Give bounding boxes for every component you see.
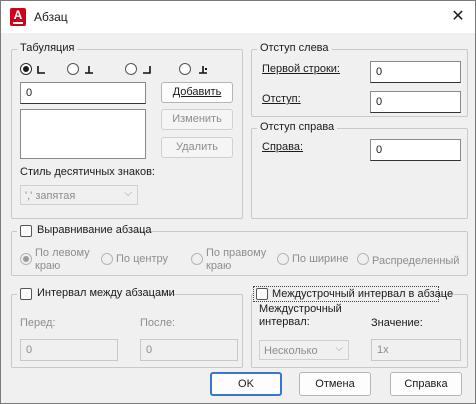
indent-label: Отступ:: [262, 93, 301, 105]
align-right-label: По правому краю: [206, 247, 266, 273]
after-label: После:: [140, 317, 176, 329]
left-indent-title: Отступ слева: [257, 42, 332, 54]
align-justify-label: По ширине: [292, 253, 349, 265]
right-indent-input[interactable]: 0: [370, 139, 461, 161]
delete-tab-label: Удалить: [176, 141, 218, 153]
interval-label: Междустрочный интервал:: [259, 303, 342, 329]
tab-list[interactable]: [20, 109, 146, 159]
add-tab-label: Добавить: [172, 86, 222, 98]
decimal-tab-icon: [199, 66, 207, 74]
first-line-input[interactable]: 0: [370, 61, 461, 83]
line-spacing-value: Несколько: [264, 345, 318, 357]
spacing-header: Интервал между абзацами: [17, 287, 175, 301]
alignment-header: Выравнивание абзаца: [17, 224, 152, 238]
decimal-style-label: Стиль десятичных знаков:: [20, 166, 155, 178]
decimal-style-value: ',' запятая: [25, 190, 76, 202]
title-bar: A Абзац ✕: [1, 1, 475, 33]
align-left-label: По левому краю: [35, 247, 90, 273]
alignment-checkbox[interactable]: [20, 225, 32, 237]
align-left-line2: краю: [35, 260, 61, 272]
first-line-label: Первой строки:: [262, 63, 340, 75]
chevron-down-icon: ⌵: [124, 188, 132, 199]
app-icon-letter: A: [13, 8, 23, 22]
line-spacing-title: Междустрочный интервал в абзаце: [272, 288, 454, 300]
align-distributed-label: Распределенный: [372, 255, 460, 267]
tabs-group-title: Табуляция: [17, 42, 78, 54]
delete-tab-button[interactable]: Удалить: [161, 137, 233, 158]
ok-button[interactable]: OK: [210, 372, 282, 396]
decimal-style-select[interactable]: ',' запятая ⌵: [20, 185, 138, 205]
before-label: Перед:: [20, 317, 56, 329]
line-spacing-select[interactable]: Несколько ⌵: [259, 340, 349, 360]
align-center-radio[interactable]: [101, 253, 113, 265]
window-title: Абзац: [34, 10, 68, 24]
paragraph-dialog: A Абзац ✕ Табуляция 0 Добавить Изменить …: [0, 0, 476, 404]
before-input[interactable]: 0: [20, 339, 118, 361]
align-distributed-radio[interactable]: [357, 253, 369, 265]
align-left-line1: По левому: [35, 247, 90, 259]
alignment-title: Выравнивание абзаца: [37, 224, 152, 236]
chevron-down-icon: ⌵: [335, 343, 343, 354]
align-right-line2: краю: [206, 260, 232, 272]
line-spacing-checkbox[interactable]: [256, 288, 268, 300]
center-tab-icon: [85, 66, 93, 74]
close-icon[interactable]: ✕: [445, 5, 471, 29]
align-right-line1: По правому: [206, 247, 267, 259]
line-spacing-value-input[interactable]: 1x: [371, 339, 461, 361]
help-button[interactable]: Справка: [390, 372, 462, 396]
change-tab-label: Изменить: [172, 113, 222, 125]
right-label: Справа:: [262, 141, 304, 153]
tab-left-radio[interactable]: [20, 63, 32, 75]
align-justify-radio[interactable]: [277, 253, 289, 265]
line-spacing-header: Междустрочный интервал в абзаце: [253, 286, 453, 302]
tab-position-input[interactable]: 0: [20, 82, 146, 104]
align-center-label: По центру: [116, 253, 168, 265]
change-tab-button[interactable]: Изменить: [161, 109, 233, 130]
left-tab-icon: [37, 66, 45, 74]
cancel-button[interactable]: Отмена: [299, 372, 371, 396]
right-indent-title: Отступ справа: [257, 121, 338, 133]
after-input[interactable]: 0: [140, 339, 238, 361]
tab-center-radio[interactable]: [67, 63, 79, 75]
interval-label-line1: Междустрочный: [259, 303, 342, 315]
autocad-logo-icon: A: [10, 8, 26, 26]
spacing-checkbox[interactable]: [20, 288, 32, 300]
tab-right-radio[interactable]: [125, 63, 137, 75]
value-label: Значение:: [371, 317, 423, 329]
align-right-radio[interactable]: [191, 253, 203, 265]
indent-input[interactable]: 0: [370, 91, 461, 113]
spacing-title: Интервал между абзацами: [37, 287, 175, 299]
interval-label-line2: интервал:: [259, 316, 310, 328]
tab-decimal-radio[interactable]: [179, 63, 191, 75]
align-left-radio[interactable]: [20, 253, 32, 265]
right-tab-icon: [143, 66, 151, 74]
add-tab-button[interactable]: Добавить: [161, 82, 233, 103]
